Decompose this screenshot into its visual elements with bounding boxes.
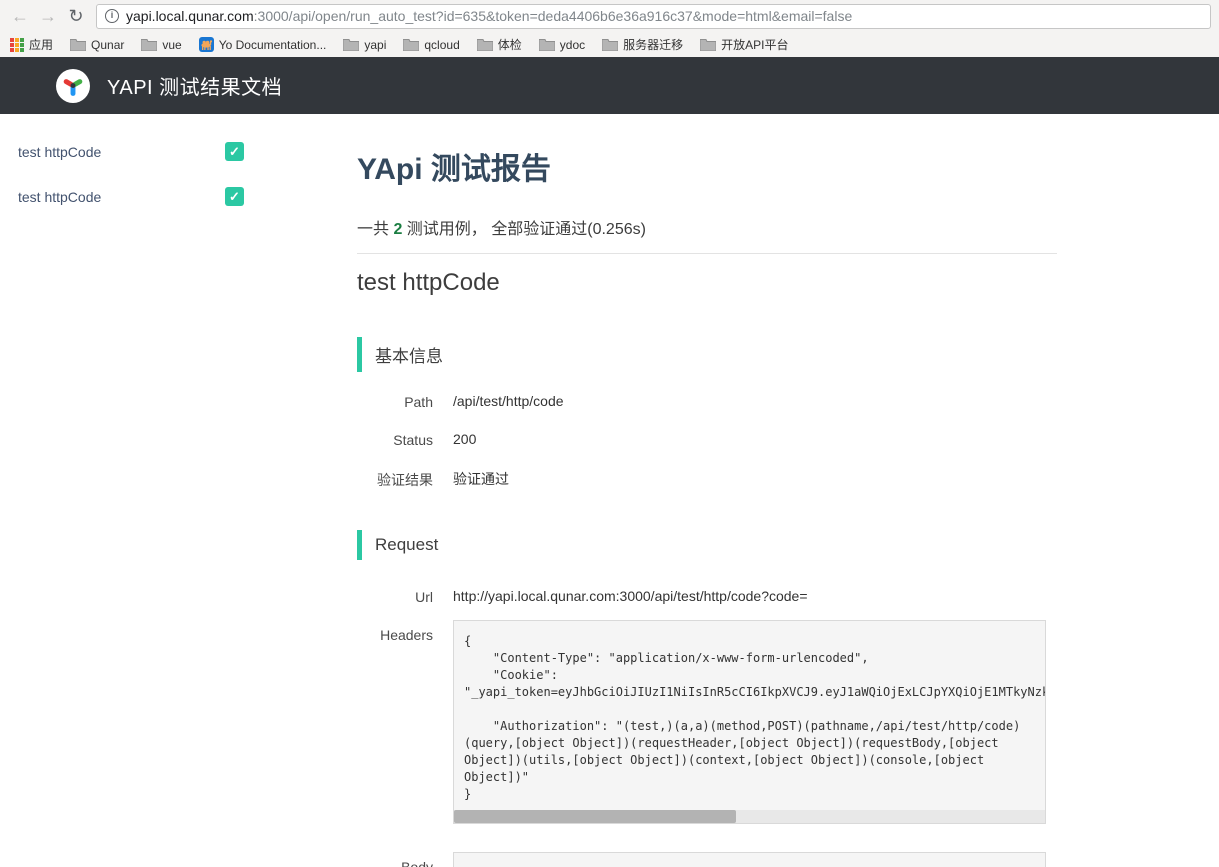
bookmark-folder[interactable]: 开放API平台	[700, 36, 788, 53]
app-header: YAPI 测试结果文档	[0, 57, 1219, 114]
row-label: Headers	[357, 620, 433, 643]
bookmark-label: Yo Documentation...	[219, 38, 327, 52]
folder-icon	[403, 38, 419, 51]
row-label: Path	[357, 393, 433, 410]
body-code-block: ""	[453, 852, 1046, 867]
divider	[357, 253, 1057, 254]
folder-icon	[700, 38, 716, 51]
camel-icon	[199, 37, 214, 52]
section-request: Request	[357, 530, 1057, 560]
forward-icon[interactable]: →	[36, 4, 60, 28]
summary-prefix: 一共	[357, 221, 393, 238]
row-value: 200	[453, 431, 476, 447]
folder-icon	[141, 38, 157, 51]
browser-toolbar: ← → ↻ i yapi.local.qunar.com:3000/api/op…	[0, 0, 1219, 32]
bookmark-apps[interactable]: 应用	[10, 36, 53, 53]
folder-icon	[602, 38, 618, 51]
bookmark-label: vue	[162, 38, 181, 52]
apps-grid-icon	[10, 38, 24, 52]
report-summary: 一共 2 测试用例， 全部验证通过(0.256s)	[357, 215, 1057, 239]
bookmark-folder[interactable]: Qunar	[70, 38, 124, 52]
headers-code: { "Content-Type": "application/x-www-for…	[454, 621, 1045, 803]
scrollbar-thumb[interactable]	[454, 810, 736, 823]
bookmark-folder[interactable]: 体检	[477, 36, 522, 53]
sidebar: test httpCode ✓ test httpCode ✓	[0, 114, 300, 867]
url-text[interactable]: yapi.local.qunar.com:3000/api/open/run_a…	[126, 8, 852, 24]
address-bar[interactable]: i yapi.local.qunar.com:3000/api/open/run…	[96, 4, 1211, 29]
folder-icon	[477, 38, 493, 51]
page-info-icon[interactable]: i	[105, 9, 119, 23]
sidebar-item-label: test httpCode	[18, 144, 101, 160]
check-icon: ✓	[225, 142, 244, 161]
bookmark-folder[interactable]: 服务器迁移	[602, 36, 683, 53]
bookmark-label: 应用	[29, 36, 53, 53]
row-label: Status	[357, 431, 433, 448]
row-path: Path /api/test/http/code	[357, 393, 1057, 410]
bookmark-folder[interactable]: vue	[141, 38, 181, 52]
row-label: Url	[357, 588, 433, 605]
folder-icon	[70, 38, 86, 51]
row-body: Body ""	[357, 852, 1057, 867]
bookmark-label: 服务器迁移	[623, 36, 683, 53]
bookmark-yo-documentation[interactable]: Yo Documentation...	[199, 37, 327, 52]
row-validation-result: 验证结果 验证通过	[357, 469, 1057, 490]
basic-info-rows: Path /api/test/http/code Status 200 验证结果…	[357, 393, 1057, 490]
sidebar-item-test-httpcode[interactable]: test httpCode ✓	[18, 142, 244, 161]
bookmark-label: Qunar	[91, 38, 124, 52]
yapi-logo-icon	[56, 69, 90, 103]
bookmark-label: 开放API平台	[721, 36, 788, 53]
page-title: YAPI 测试结果文档	[107, 71, 282, 100]
report-main: YApi 测试报告 一共 2 测试用例， 全部验证通过(0.256s) test…	[357, 114, 1057, 867]
row-value: /api/test/http/code	[453, 393, 564, 409]
sidebar-item-label: test httpCode	[18, 189, 101, 205]
sidebar-item-test-httpcode[interactable]: test httpCode ✓	[18, 187, 244, 206]
bookmark-label: qcloud	[424, 38, 459, 52]
bookmark-label: ydoc	[560, 38, 585, 52]
bookmark-label: yapi	[364, 38, 386, 52]
bookmark-folder[interactable]: yapi	[343, 38, 386, 52]
report-title: YApi 测试报告	[357, 144, 1057, 188]
folder-icon	[343, 38, 359, 51]
row-label: 验证结果	[357, 469, 433, 490]
bookmark-folder[interactable]: qcloud	[403, 38, 459, 52]
reload-icon[interactable]: ↻	[64, 4, 88, 28]
bookmark-label: 体检	[498, 36, 522, 53]
back-icon[interactable]: ←	[8, 4, 32, 28]
case-title: test httpCode	[357, 269, 1057, 297]
url-path: :3000/api/open/run_auto_test?id=635&toke…	[254, 8, 853, 24]
content: test httpCode ✓ test httpCode ✓ YApi 测试报…	[0, 114, 1219, 867]
headers-code-block: { "Content-Type": "application/x-www-for…	[453, 620, 1046, 824]
url-origin: yapi.local.qunar.com	[126, 8, 254, 24]
bookmarks-bar: 应用 Qunar vue Yo Documentation... yapi qc…	[0, 32, 1219, 57]
folder-icon	[539, 38, 555, 51]
section-basic-info: 基本信息	[357, 337, 1057, 372]
row-label: Body	[357, 852, 433, 867]
check-icon: ✓	[225, 187, 244, 206]
summary-suffix: 测试用例， 全部验证通过(0.256s)	[402, 221, 646, 238]
request-url: http://yapi.local.qunar.com:3000/api/tes…	[453, 588, 808, 604]
horizontal-scrollbar[interactable]	[454, 810, 1045, 823]
row-url: Url http://yapi.local.qunar.com:3000/api…	[357, 588, 1057, 605]
bookmark-folder[interactable]: ydoc	[539, 38, 585, 52]
row-status: Status 200	[357, 431, 1057, 448]
row-value: 验证通过	[453, 469, 509, 489]
body-code: ""	[454, 853, 1045, 867]
row-headers: Headers { "Content-Type": "application/x…	[357, 620, 1057, 824]
